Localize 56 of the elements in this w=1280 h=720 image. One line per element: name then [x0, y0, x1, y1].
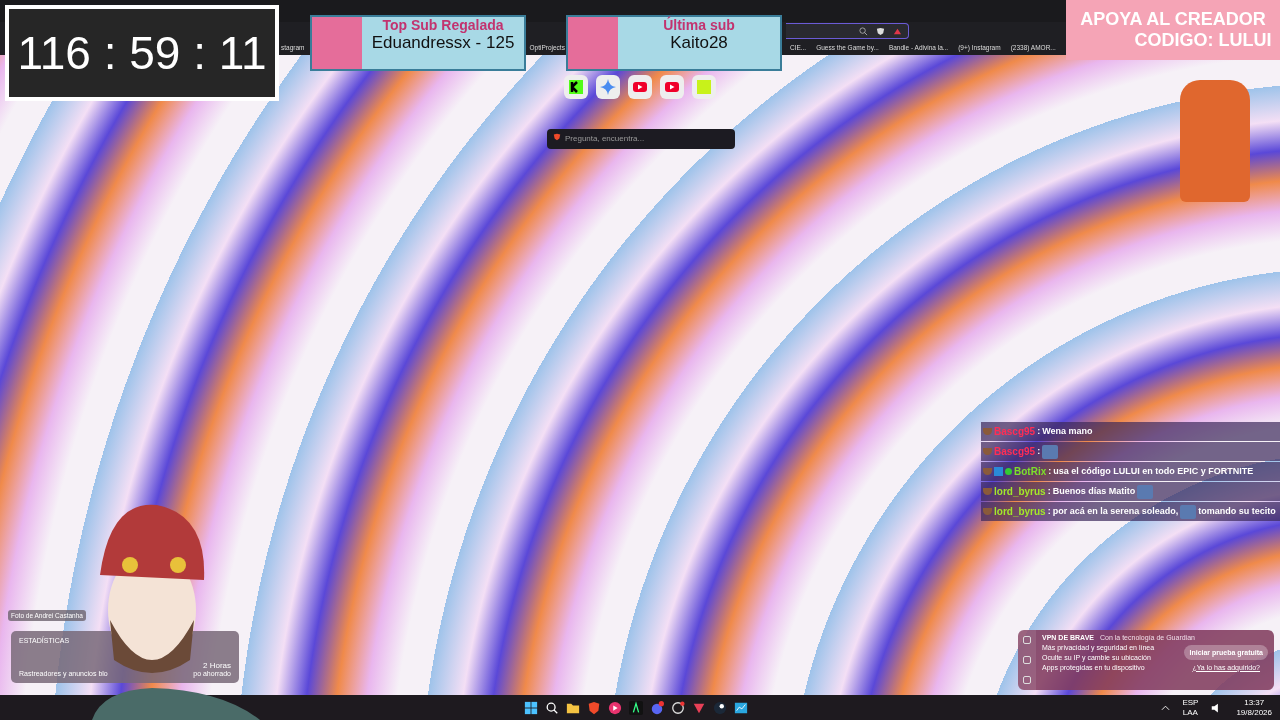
glitter-strip — [568, 17, 618, 69]
clock-time: 13:37 — [1244, 697, 1265, 708]
cup-icon — [983, 468, 992, 475]
colon: : — [1047, 485, 1051, 498]
play-icon[interactable] — [608, 700, 622, 715]
emote-icon — [1137, 484, 1154, 499]
chat-bubble-icon[interactable] — [650, 700, 664, 715]
banner-value: Eduandressx - 125 — [371, 33, 515, 53]
search-icon[interactable] — [545, 700, 559, 715]
address-bar[interactable] — [786, 23, 909, 39]
shield-icon — [553, 133, 561, 141]
chat-text: Wena mano — [1042, 425, 1093, 438]
promo-code: CODIGO: LULUI — [1134, 30, 1272, 51]
cup-icon — [983, 508, 992, 515]
bot-badge-icon — [994, 467, 1003, 476]
banner-title: Última sub — [663, 17, 735, 33]
shield-icon[interactable] — [876, 26, 885, 36]
keyboard-layout: LAA — [1182, 707, 1198, 718]
emote-icon — [1042, 444, 1059, 459]
cup-icon — [983, 428, 992, 435]
chart-icon[interactable] — [734, 700, 748, 715]
cup-icon — [983, 488, 992, 495]
chat-text: por acá en la serena soleado, — [1052, 505, 1179, 518]
chat-text: usa el código LULUI en todo EPIC y FORTNITE — [1053, 465, 1254, 478]
stats-value: 2 Horas — [203, 661, 231, 670]
chat-username: BotRix — [1014, 465, 1047, 479]
glitter-strip — [312, 17, 362, 69]
chat-username: Bascg95 — [994, 445, 1036, 459]
a-logo-icon[interactable] — [629, 700, 643, 715]
chat-text: tomando su tecito — [1198, 505, 1276, 518]
chat-text: Buenos días Matito — [1052, 485, 1136, 498]
triangle-icon[interactable] — [893, 26, 902, 36]
chat-username: lord_byrus — [994, 485, 1046, 499]
clock-date: 19/8/2026 — [1236, 707, 1272, 718]
language-code: ESP — [1182, 697, 1199, 708]
chat-username: lord_byrus — [994, 505, 1046, 519]
colon: : — [1037, 445, 1041, 458]
colon: : — [1037, 425, 1041, 438]
emote-icon — [1180, 504, 1197, 519]
chat-username: Bascg95 — [994, 425, 1036, 439]
promo-text: APOYA AL CREADOR — [1080, 9, 1266, 30]
zoom-icon[interactable] — [859, 26, 868, 36]
colon: : — [1048, 465, 1052, 478]
chevron-up-icon[interactable] — [1161, 704, 1171, 711]
record-icon[interactable] — [671, 700, 685, 715]
cup-icon — [983, 448, 992, 455]
clock[interactable]: 13:37 19/8/2026 — [1236, 697, 1272, 718]
check-icon — [1005, 468, 1012, 475]
colon: : — [1047, 505, 1051, 518]
sparkle-icon[interactable] — [596, 75, 620, 99]
banner-title: Top Sub Regalada — [382, 17, 504, 33]
language-indicator[interactable]: ESP LAA — [1182, 697, 1199, 718]
search-field[interactable]: Pregunta, encuentra... — [547, 128, 735, 149]
banner-value: Kaito28 — [670, 33, 728, 53]
windows-icon[interactable] — [524, 700, 538, 715]
countdown-timer: 116 : 59 : 11 — [17, 26, 267, 80]
